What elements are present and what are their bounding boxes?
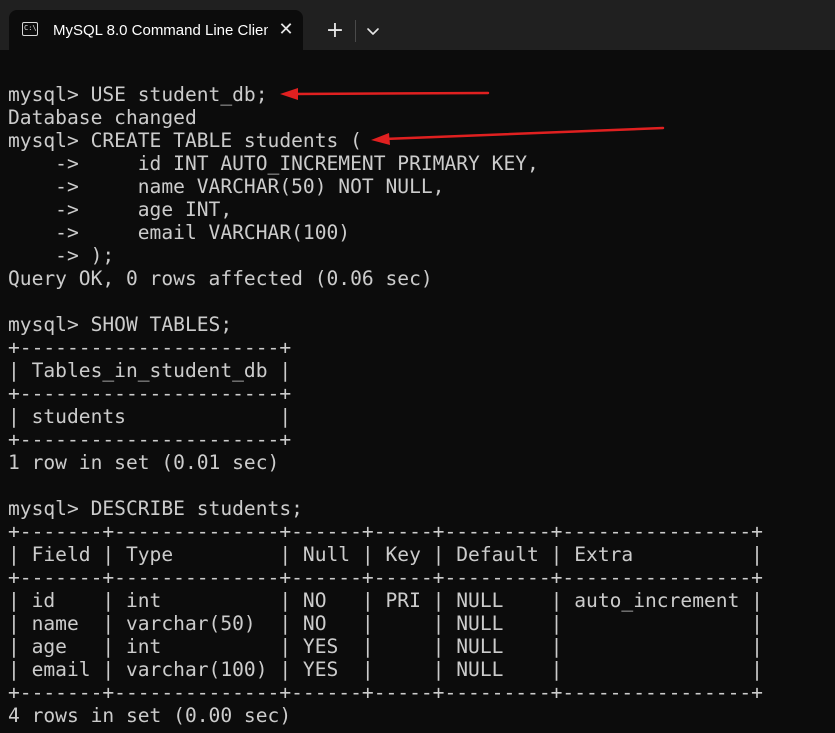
terminal-line: +-------+--------------+------+-----+---… [8,520,763,543]
terminal-line: +----------------------+ [8,336,292,359]
terminal-line: -> ); [8,244,115,267]
terminal-line: -> name VARCHAR(50) NOT NULL, [8,175,445,198]
terminal-line: | id | int | NO | PRI | NULL | auto_incr… [8,589,763,612]
tab-title: MySQL 8.0 Command Line Client [53,22,268,39]
terminal-line: 4 rows in set (0.00 sec) [8,704,292,727]
terminal-line: -> email VARCHAR(100) [8,221,351,244]
close-icon[interactable]: ✕ [275,19,297,41]
terminal-line: +-------+--------------+------+-----+---… [8,681,763,704]
terminal-line: +----------------------+ [8,428,292,451]
terminal-line: mysql> USE student_db; [8,83,268,106]
terminal-output[interactable]: mysql> USE student_db; Database changed my… [8,83,763,727]
terminal-line: mysql> SHOW TABLES; [8,313,233,336]
tab-divider [355,20,356,42]
console-icon-label: C:\ [24,24,37,32]
terminal-line: mysql> CREATE TABLE students ( [8,129,362,152]
terminal-line: 1 row in set (0.01 sec) [8,451,280,474]
terminal-line: +-------+--------------+------+-----+---… [8,566,763,589]
terminal-line: mysql> DESCRIBE students; [8,497,303,520]
terminal-line: | age | int | YES | | NULL | | [8,635,763,658]
terminal-line: Database changed [8,106,197,129]
console-icon: C:\ [22,22,38,36]
terminal-window: C:\ MySQL 8.0 Command Line Client ✕ + my… [0,0,835,733]
tab-bar: C:\ MySQL 8.0 Command Line Client ✕ + [0,0,835,50]
terminal-line: | name | varchar(50) | NO | | NULL | | [8,612,763,635]
terminal-line: | students | [8,405,292,428]
terminal-line: | Field | Type | Null | Key | Default | … [8,543,763,566]
terminal-line: +----------------------+ [8,382,292,405]
new-tab-button[interactable]: + [323,19,347,43]
terminal-line: -> id INT AUTO_INCREMENT PRIMARY KEY, [8,152,539,175]
chevron-down-icon[interactable] [361,19,385,43]
terminal-line: | email | varchar(100) | YES | | NULL | … [8,658,763,681]
terminal-line: Query OK, 0 rows affected (0.06 sec) [8,267,433,290]
tab-mysql-client[interactable]: C:\ MySQL 8.0 Command Line Client ✕ [9,10,303,50]
terminal-line: | Tables_in_student_db | [8,359,292,382]
terminal-line: -> age INT, [8,198,233,221]
